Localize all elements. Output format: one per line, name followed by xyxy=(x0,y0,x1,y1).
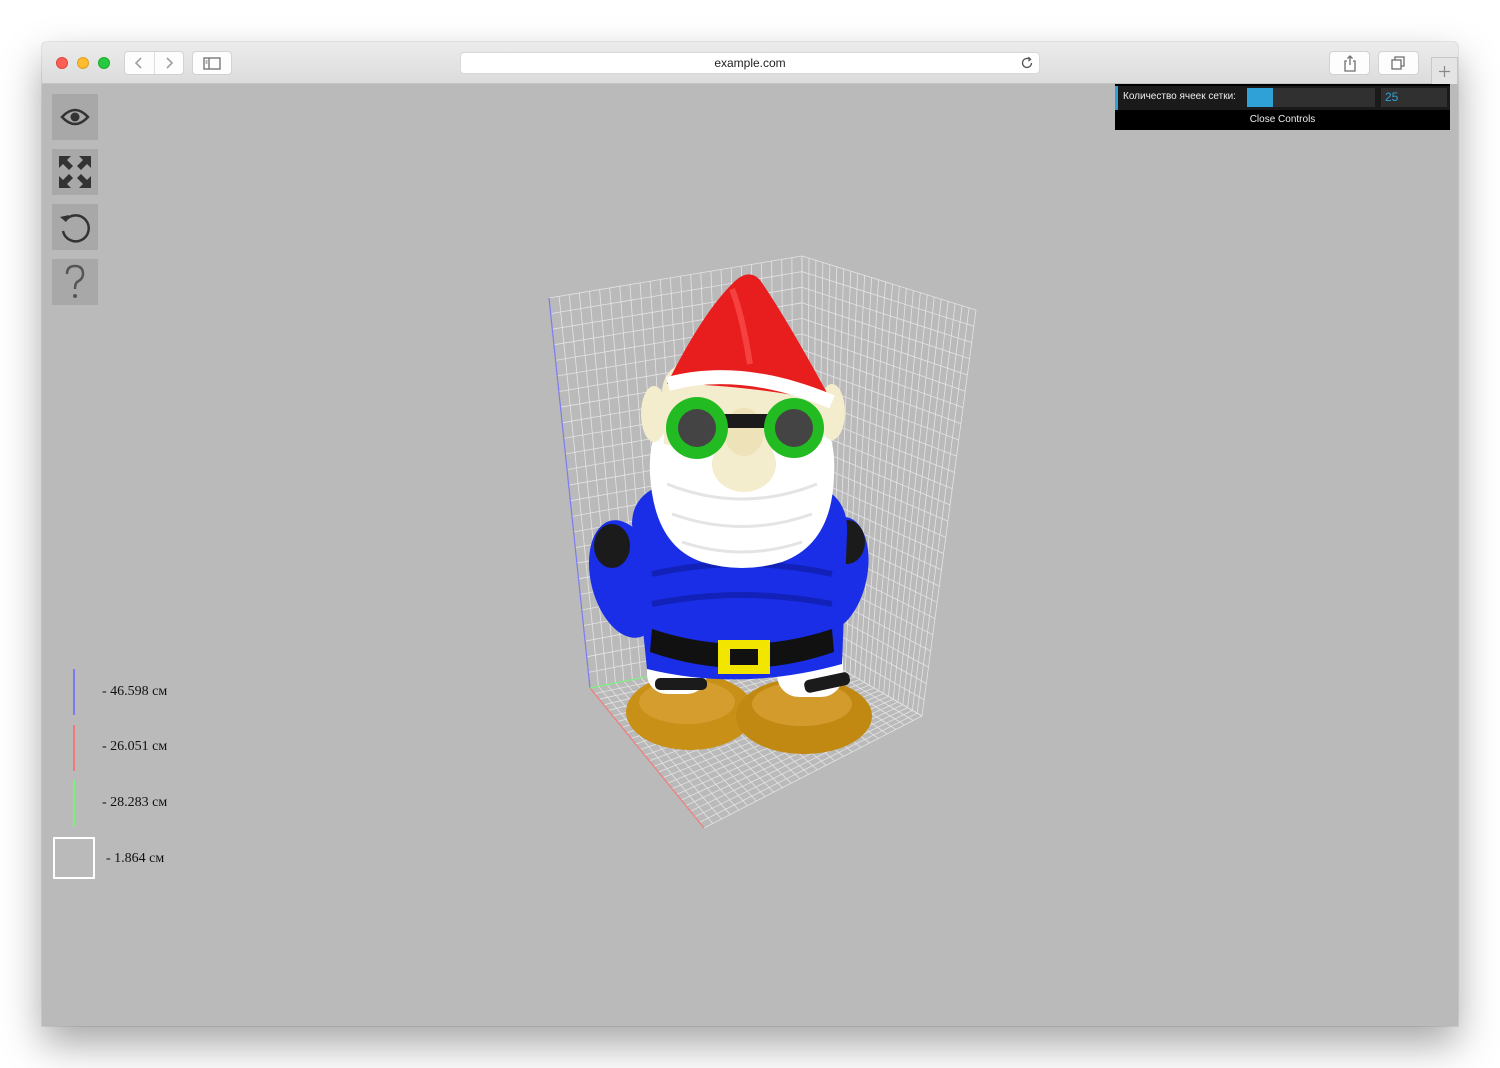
close-controls-button[interactable]: Close Controls xyxy=(1115,112,1450,128)
grid-line xyxy=(902,301,949,705)
forward-button[interactable] xyxy=(153,52,183,74)
share-icon xyxy=(1343,54,1356,72)
reset-rotation-button[interactable] xyxy=(52,204,98,250)
axis-line xyxy=(548,297,591,689)
new-tab-button[interactable] xyxy=(1431,57,1458,84)
minimize-window-button[interactable] xyxy=(77,57,89,69)
grid-line xyxy=(801,302,970,360)
grid-line xyxy=(801,333,966,392)
grid-line xyxy=(801,255,977,311)
chevron-right-icon xyxy=(166,57,174,69)
help-button[interactable] xyxy=(52,259,98,305)
share-button[interactable] xyxy=(1329,51,1370,75)
grid-cells-slider-fill xyxy=(1247,88,1273,107)
grid-line xyxy=(568,294,608,685)
rotate-icon xyxy=(60,214,90,243)
reload-icon[interactable] xyxy=(1020,56,1034,70)
model-scene xyxy=(548,255,977,829)
width-value: - 26.051 см xyxy=(102,739,168,754)
height-value: - 46.598 см xyxy=(102,684,168,699)
tab-overview-button[interactable] xyxy=(1378,51,1419,75)
url-text: example.com xyxy=(714,56,786,70)
maximize-window-button[interactable] xyxy=(98,57,110,69)
browser-window: example.com Количество ячеек сетки: 25 C… xyxy=(42,42,1458,1026)
sidebar-toggle-button[interactable] xyxy=(192,51,232,75)
tabs-icon xyxy=(1391,56,1405,70)
sidebar-icon xyxy=(203,56,221,70)
eye-icon xyxy=(60,108,90,126)
grid-cells-label: Количество ячеек сетки: xyxy=(1123,91,1236,102)
plus-icon xyxy=(1439,65,1450,77)
3d-viewport[interactable]: Количество ячеек сетки: 25 Close Control… xyxy=(42,84,1458,1026)
navigation-buttons xyxy=(124,51,184,75)
grid-cells-control: Количество ячеек сетки: 25 xyxy=(1115,86,1450,110)
grid-cells-slider[interactable] xyxy=(1247,88,1375,107)
depth-axis-line xyxy=(73,780,75,826)
close-window-button[interactable] xyxy=(56,57,68,69)
chevron-left-icon xyxy=(135,57,143,69)
grid-line xyxy=(801,271,974,327)
expand-arrows-icon xyxy=(59,156,91,188)
question-icon xyxy=(65,264,85,298)
grid-line xyxy=(897,299,942,703)
grid-line xyxy=(558,296,599,687)
browser-titlebar: example.com xyxy=(42,42,1458,84)
back-button[interactable] xyxy=(125,52,154,74)
depth-value: - 28.283 см xyxy=(102,795,168,810)
width-axis-line xyxy=(73,725,75,771)
grid-line xyxy=(864,284,893,683)
grid-cells-input[interactable]: 25 xyxy=(1381,88,1447,107)
grid-line xyxy=(801,318,968,376)
height-axis-line xyxy=(73,669,75,715)
grid-line xyxy=(859,281,886,680)
grid-line xyxy=(892,296,935,700)
toggle-view-button[interactable] xyxy=(52,94,98,140)
grid-line xyxy=(912,305,963,711)
cell-value: - 1.864 см xyxy=(106,851,165,866)
controls-panel: Количество ячеек сетки: 25 Close Control… xyxy=(1115,84,1450,130)
fullscreen-button[interactable] xyxy=(52,149,98,195)
address-bar[interactable]: example.com xyxy=(460,52,1040,74)
grid-cell-swatch xyxy=(53,837,95,879)
grid-line xyxy=(801,286,972,343)
